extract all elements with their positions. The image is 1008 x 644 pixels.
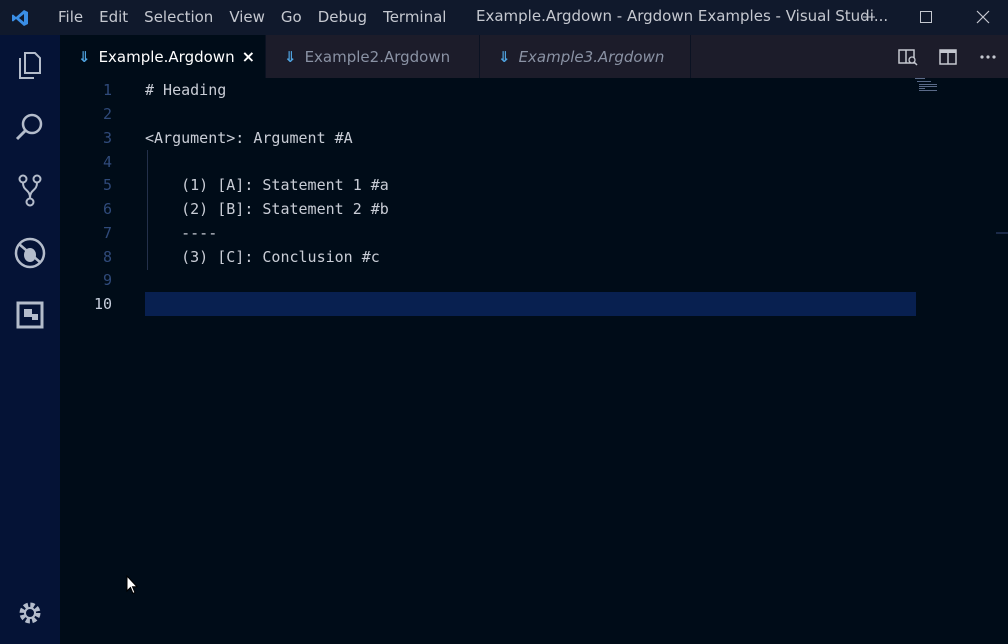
menu-file[interactable]: File [50, 0, 91, 35]
line-number: 2 [102, 105, 112, 123]
line-text: (1) [A]: Statement 1 #a [145, 176, 389, 194]
gear-icon[interactable] [10, 593, 50, 633]
activity-bar [0, 35, 60, 644]
source-control-icon[interactable] [10, 170, 50, 210]
more-actions-button[interactable] [968, 35, 1008, 78]
tab-label: Example3.Argdown [518, 47, 665, 66]
tab-bar: ⇓ Example.Argdown × ⇓ Example2.Argdown ⇓… [60, 35, 1008, 78]
minimize-icon [863, 16, 875, 17]
line-number: 4 [102, 153, 112, 171]
code-line[interactable]: 4 [60, 150, 916, 174]
open-preview-icon [898, 48, 918, 66]
scrollbar-marker [996, 232, 1008, 234]
code-line[interactable]: 5 (1) [A]: Statement 1 #a [60, 173, 916, 197]
line-text: (2) [B]: Statement 2 #b [145, 200, 389, 218]
split-editor-icon [939, 48, 957, 65]
tab-example3-argdown[interactable]: ⇓ Example3.Argdown [480, 35, 690, 78]
title-bar: File Edit Selection View Go Debug Termin… [0, 0, 1008, 35]
menu-terminal[interactable]: Terminal [375, 0, 454, 35]
argdown-file-icon: ⇓ [498, 47, 511, 66]
line-number: 8 [102, 248, 112, 266]
code-line[interactable]: 3 <Argument>: Argument #A [60, 126, 916, 150]
line-number: 1 [102, 81, 112, 99]
mouse-pointer-icon [126, 575, 138, 595]
line-number: 3 [102, 129, 112, 147]
tab-example2-argdown[interactable]: ⇓ Example2.Argdown [266, 35, 479, 78]
tab-example-argdown[interactable]: ⇓ Example.Argdown × [60, 35, 265, 78]
code-line[interactable]: 7 ---- [60, 221, 916, 245]
window-title: Example.Argdown - Argdown Examples - Vis… [476, 7, 889, 25]
open-preview-button[interactable] [888, 35, 928, 78]
code-line[interactable]: 2 [60, 102, 916, 126]
code-line[interactable]: 1 # Heading [60, 78, 916, 102]
line-number: 10 [93, 295, 112, 313]
minimap[interactable] [915, 78, 945, 96]
code-line[interactable]: 9 [60, 268, 916, 292]
argdown-file-icon: ⇓ [78, 47, 91, 66]
vscode-logo-icon [12, 9, 28, 26]
editor-actions [888, 35, 1008, 78]
more-icon [980, 54, 996, 59]
maximize-icon [920, 10, 932, 23]
close-tab-icon[interactable]: × [242, 47, 255, 66]
line-text: (3) [C]: Conclusion #c [145, 248, 380, 266]
line-text: # Heading [145, 81, 227, 99]
split-editor-button[interactable] [928, 35, 968, 78]
code-line[interactable]: 6 (2) [B]: Statement 2 #b [60, 197, 916, 221]
tab-divider [690, 35, 691, 78]
menu-go[interactable]: Go [273, 0, 310, 35]
debug-icon[interactable] [10, 233, 50, 273]
menu-debug[interactable]: Debug [310, 0, 375, 35]
tab-label: Example.Argdown [98, 47, 235, 66]
menu-edit[interactable]: Edit [91, 0, 136, 35]
argdown-file-icon: ⇓ [284, 47, 297, 66]
close-icon [976, 10, 990, 23]
code-line[interactable]: 8 (3) [C]: Conclusion #c [60, 245, 916, 269]
tab-label: Example2.Argdown [304, 47, 451, 66]
extensions-icon[interactable] [10, 295, 50, 335]
line-number: 5 [102, 176, 112, 194]
menu-view[interactable]: View [221, 0, 273, 35]
code-line-current[interactable]: 10 [60, 292, 916, 316]
close-window-button[interactable] [955, 0, 1008, 33]
line-number: 6 [102, 200, 112, 218]
maximize-button[interactable] [898, 0, 954, 33]
line-text: ---- [145, 224, 218, 242]
line-number: 9 [102, 271, 112, 289]
menu-selection[interactable]: Selection [136, 0, 221, 35]
files-icon[interactable] [10, 45, 50, 85]
minimize-button[interactable] [841, 0, 897, 33]
line-text: <Argument>: Argument #A [145, 129, 353, 147]
line-number: 7 [102, 224, 112, 242]
editor[interactable]: 1 # Heading 2 3 <Argument>: Argument #A … [60, 78, 1008, 644]
search-icon[interactable] [10, 107, 50, 147]
